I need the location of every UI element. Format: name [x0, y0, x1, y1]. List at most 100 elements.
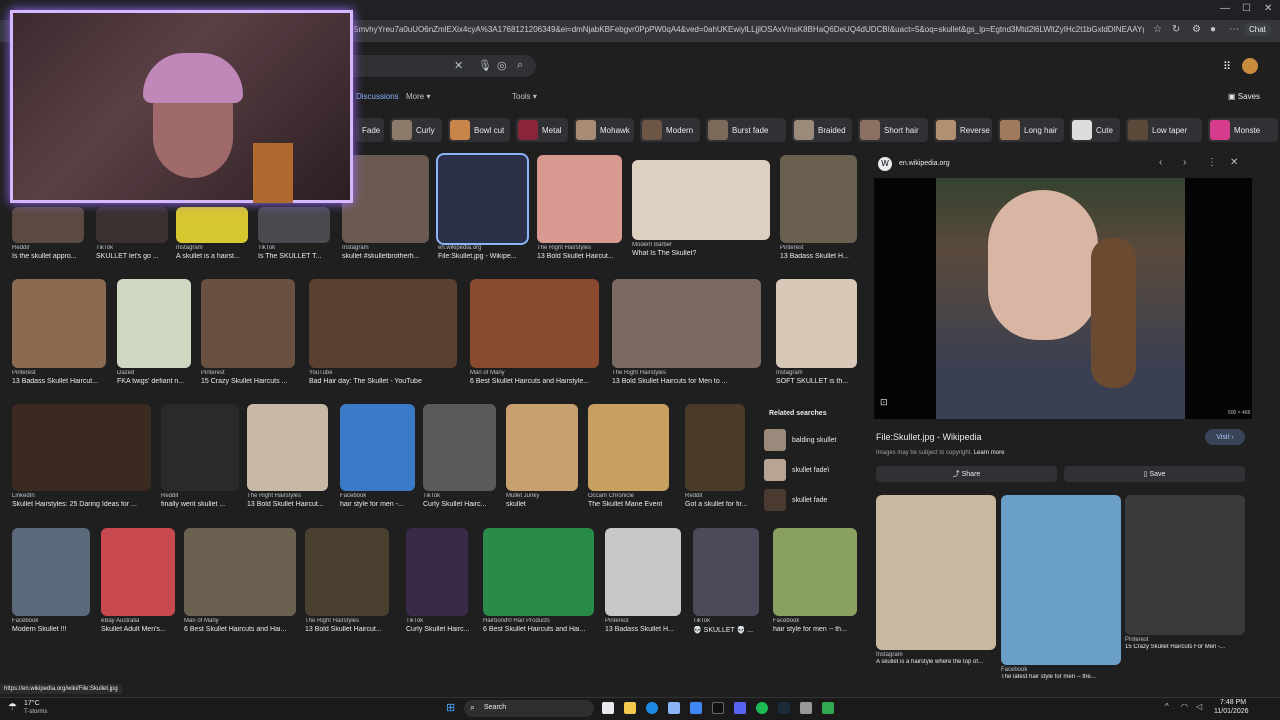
result-image[interactable] — [12, 404, 151, 491]
result-source[interactable]: The Right Hairstyles — [537, 245, 591, 251]
result-source[interactable]: Modern Barber — [632, 242, 672, 248]
refresh-icon[interactable]: ↻ — [1172, 24, 1180, 35]
close-window-icon[interactable]: ✕ — [1264, 3, 1272, 14]
result-title[interactable]: FKA twigs' defiant n... — [117, 378, 184, 385]
tab-more[interactable]: More ▾ — [406, 92, 430, 101]
apps-grid-icon[interactable]: ⠿ — [1223, 60, 1231, 73]
next-icon[interactable]: › — [1183, 157, 1186, 168]
chip-curly[interactable]: Curly — [390, 118, 442, 142]
mail-icon[interactable] — [690, 702, 702, 714]
similar-source[interactable]: Pinterest — [1125, 637, 1149, 643]
result-image[interactable] — [632, 160, 770, 240]
result-source[interactable]: Reddit — [12, 245, 29, 251]
preview-image[interactable] — [936, 178, 1185, 419]
result-title[interactable]: SOFT SKULLET is th... — [776, 378, 848, 385]
preview-title[interactable]: File:Skullet.jpg - Wikipedia — [876, 432, 982, 442]
result-source[interactable]: TikTok — [258, 245, 275, 251]
saves-button[interactable]: ▣ Saves — [1228, 92, 1260, 101]
result-title[interactable]: 15 Crazy Skullet Haircuts ... — [201, 378, 287, 385]
result-title[interactable]: What Is The Skullet? — [632, 250, 696, 257]
result-image[interactable] — [176, 207, 248, 243]
result-source[interactable]: The Right Hairstyles — [612, 370, 666, 376]
result-image[interactable] — [247, 404, 328, 491]
result-source[interactable]: Pinterest — [201, 370, 225, 376]
tools-button[interactable]: Tools ▾ — [512, 92, 537, 101]
similar-title[interactable]: The latest hair style for men -- the... — [1001, 674, 1096, 680]
result-title[interactable]: A skullet is a hairst... — [176, 253, 240, 260]
minimize-icon[interactable]: — — [1220, 3, 1230, 14]
result-title[interactable]: Skullet Hairstyles: 25 Daring Ideas for … — [12, 501, 137, 508]
result-source[interactable]: Instagram — [342, 245, 369, 251]
result-image[interactable] — [693, 528, 759, 616]
result-source[interactable]: LinkedIn — [12, 493, 35, 499]
result-title[interactable]: SKULLET let's go ... — [96, 253, 159, 260]
result-title[interactable]: 13 Bold Skullet Haircut... — [247, 501, 324, 508]
visit-button[interactable]: Visit › — [1205, 429, 1245, 445]
result-source[interactable]: Facebook — [12, 618, 38, 624]
extensions-icon[interactable]: ⚙ — [1192, 24, 1201, 35]
result-title[interactable]: 13 Bold Skullet Haircut... — [305, 626, 382, 633]
result-title[interactable]: 13 Bold Skullet Haircuts for Men to ... — [612, 378, 728, 385]
result-source[interactable]: Hairbond® Hair Products — [483, 618, 550, 624]
result-title[interactable]: 💀 SKULLET 💀 ... — [693, 626, 753, 634]
result-title[interactable]: finally went skullet ... — [161, 501, 225, 508]
task-view-icon[interactable] — [602, 702, 614, 714]
chip-low-taper[interactable]: Low taper — [1126, 118, 1202, 142]
settings-icon[interactable] — [800, 702, 812, 714]
result-source[interactable]: TikTok — [423, 493, 440, 499]
result-title[interactable]: 6 Best Skullet Haircuts and Hai... — [184, 626, 286, 633]
result-image[interactable] — [12, 528, 90, 616]
result-source[interactable]: Instagram — [176, 245, 203, 251]
chip-metal[interactable]: Metal — [516, 118, 568, 142]
similar-image[interactable] — [876, 495, 996, 650]
lens-icon[interactable]: ◎ — [497, 59, 507, 72]
app-icon[interactable] — [712, 702, 724, 714]
result-image[interactable] — [780, 155, 857, 243]
result-title[interactable]: 13 Badass Skullet Haircut... — [12, 378, 98, 385]
result-title[interactable]: Skullet Adult Men's... — [101, 626, 166, 633]
result-image[interactable] — [483, 528, 594, 616]
lens-search-icon[interactable]: ⊡ — [880, 397, 888, 408]
tray-chevron-icon[interactable]: ^ — [1165, 702, 1169, 711]
result-source[interactable]: TikTok — [693, 618, 710, 624]
similar-image[interactable] — [1125, 495, 1245, 635]
result-image[interactable] — [537, 155, 622, 243]
result-image[interactable] — [773, 528, 857, 616]
windows-start-icon[interactable]: ⊞ — [446, 701, 455, 714]
save-button[interactable]: ▯ Save — [1064, 466, 1245, 482]
bookmark-star-icon[interactable]: ☆ — [1153, 24, 1162, 35]
result-source[interactable]: TikTok — [406, 618, 423, 624]
result-source[interactable]: Pinterest — [605, 618, 629, 624]
result-image[interactable] — [258, 207, 330, 243]
similar-title[interactable]: A skullet is a hairstyle where the top o… — [876, 659, 983, 665]
volume-icon[interactable]: ◁ — [1196, 702, 1202, 711]
result-image[interactable] — [12, 279, 106, 368]
result-image[interactable] — [305, 528, 389, 616]
taskbar-search[interactable]: Search — [464, 700, 594, 717]
profile-icon[interactable]: ● — [1210, 24, 1216, 35]
result-source[interactable]: Instagram — [776, 370, 803, 376]
result-image[interactable] — [406, 528, 468, 616]
chat-button[interactable]: Chat — [1244, 23, 1271, 36]
chip-bowl-cut[interactable]: Bowl cut — [448, 118, 510, 142]
preview-site[interactable]: en.wikipedia.org — [899, 160, 950, 167]
clock-time[interactable]: 7:48 PM — [1220, 699, 1246, 706]
chip-reverse[interactable]: Reverse — [934, 118, 992, 142]
similar-image[interactable] — [1001, 495, 1121, 665]
result-source[interactable]: Man of Many — [470, 370, 505, 376]
tab-discussions[interactable]: Discussions — [356, 92, 399, 101]
result-image[interactable] — [685, 404, 745, 491]
steam-icon[interactable] — [778, 702, 790, 714]
related-item[interactable]: balding skullet — [764, 429, 836, 451]
close-panel-icon[interactable]: ✕ — [1230, 157, 1238, 168]
result-image[interactable] — [342, 155, 429, 243]
result-image[interactable] — [340, 404, 415, 491]
result-image[interactable] — [605, 528, 681, 616]
result-title[interactable]: 6 Best Skullet Haircuts and Hairstyle... — [470, 378, 589, 385]
result-title[interactable]: File:Skullet.jpg - Wikipe... — [438, 253, 517, 260]
result-title[interactable]: Curly Skullet Hairc... — [423, 501, 486, 508]
chip-short-hair[interactable]: Short hair — [858, 118, 928, 142]
result-image[interactable] — [101, 528, 175, 616]
result-image[interactable] — [436, 153, 529, 245]
prev-icon[interactable]: ‹ — [1159, 157, 1162, 168]
